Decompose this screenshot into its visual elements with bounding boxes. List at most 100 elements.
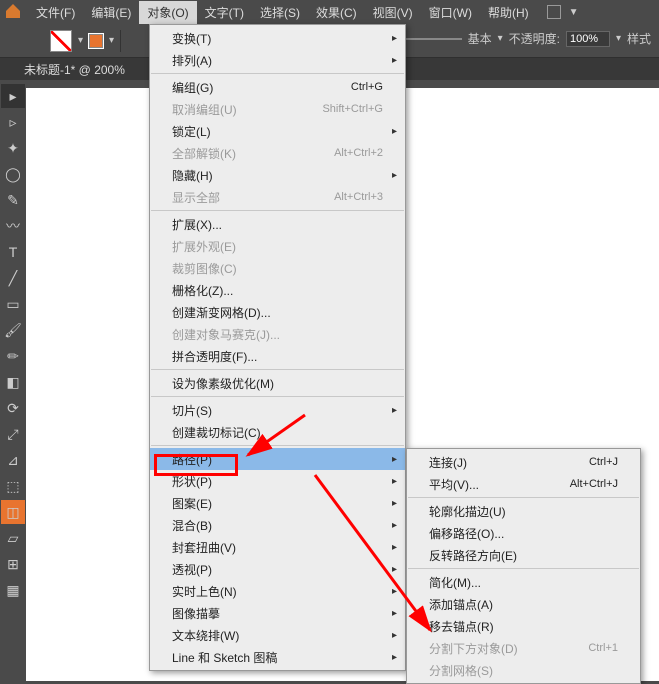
menu-视图[interactable]: 视图(V) xyxy=(365,1,421,24)
menu-item-label: 显示全部 xyxy=(172,189,334,206)
menu-dropdown[interactable]: ▼ xyxy=(569,7,579,18)
menu-item-label: 栅格化(Z)... xyxy=(172,282,383,299)
rotate-tool[interactable]: ⟳ xyxy=(1,396,25,420)
menu-item[interactable]: 实时上色(N) ▸ xyxy=(150,580,405,602)
menu-item[interactable]: 平均(V)...Alt+Ctrl+J xyxy=(407,473,640,495)
menu-item[interactable]: 创建渐变网格(D)... xyxy=(150,301,405,323)
submenu-arrow-icon: ▸ xyxy=(392,586,397,597)
menu-item-label: 设为像素级优化(M) xyxy=(172,375,383,392)
menu-窗口[interactable]: 窗口(W) xyxy=(421,1,480,24)
width-tool[interactable]: ⊿ xyxy=(1,448,25,472)
menu-item-label: 平均(V)... xyxy=(429,476,570,493)
shortcut: Alt+Ctrl+2 xyxy=(334,147,383,159)
menu-item[interactable]: 编组(G)Ctrl+G xyxy=(150,76,405,98)
menu-item-label: 扩展(X)... xyxy=(172,216,383,233)
menu-item[interactable]: 反转路径方向(E) xyxy=(407,544,640,566)
gradient-tool[interactable]: ▦ xyxy=(1,578,25,602)
menu-item[interactable]: 路径(P)▸ xyxy=(150,448,405,470)
menu-item[interactable]: 设为像素级优化(M) xyxy=(150,372,405,394)
menu-item[interactable]: 排列(A)▸ xyxy=(150,49,405,71)
menu-item-label: 创建裁切标记(C) xyxy=(172,424,383,441)
menu-item-label: 全部解锁(K) xyxy=(172,145,334,162)
curvature-tool[interactable]: 〰 xyxy=(1,214,25,238)
opacity-input[interactable] xyxy=(566,31,610,47)
menu-文字[interactable]: 文字(T) xyxy=(197,1,252,24)
menu-文件[interactable]: 文件(F) xyxy=(28,1,83,24)
menu-item-label: 偏移路径(O)... xyxy=(429,525,618,542)
perspective-tool[interactable]: ▱ xyxy=(1,526,25,550)
menu-帮助[interactable]: 帮助(H) xyxy=(480,1,537,24)
menu-item[interactable]: 扩展(X)... xyxy=(150,213,405,235)
menu-item[interactable]: 隐藏(H)▸ xyxy=(150,164,405,186)
menu-编辑[interactable]: 编辑(E) xyxy=(83,1,139,24)
menu-item[interactable]: 切片(S)▸ xyxy=(150,399,405,421)
lasso-tool[interactable]: ◯ xyxy=(1,162,25,186)
menu-item-label: 编组(G) xyxy=(172,79,351,96)
type-tool[interactable]: T xyxy=(1,240,25,264)
menu-item[interactable]: 文本绕排(W)▸ xyxy=(150,624,405,646)
basic-label[interactable]: 基本 xyxy=(468,30,492,47)
menu-item[interactable]: 混合(B)▸ xyxy=(150,514,405,536)
menu-item-label: 分割网格(S) xyxy=(429,662,618,679)
menu-extra-1[interactable] xyxy=(547,5,561,19)
menu-item[interactable]: 图案(E)▸ xyxy=(150,492,405,514)
menu-item[interactable]: 添加锚点(A) xyxy=(407,593,640,615)
menu-item[interactable]: 形状(P)▸ xyxy=(150,470,405,492)
menu-item-label: 封套扭曲(V) xyxy=(172,539,383,556)
submenu-arrow-icon: ▸ xyxy=(392,564,397,575)
menu-item-label: Line 和 Sketch 图稿 xyxy=(172,649,383,666)
line-tool[interactable]: ╱ xyxy=(1,266,25,290)
menu-item-label: 图像描摹 xyxy=(172,605,383,622)
menu-item[interactable]: 图像描摹▸ xyxy=(150,602,405,624)
menu-item[interactable]: 锁定(L)▸ xyxy=(150,120,405,142)
fill-dropdown[interactable]: ▾ xyxy=(78,35,83,46)
scale-tool[interactable]: ⤢ xyxy=(1,422,25,446)
rect-tool[interactable]: ▭ xyxy=(1,292,25,316)
menu-item-label: 取消编组(U) xyxy=(172,101,322,118)
menu-选择[interactable]: 选择(S) xyxy=(252,1,308,24)
menu-item[interactable]: 栅格化(Z)... xyxy=(150,279,405,301)
stroke-swatch[interactable] xyxy=(89,34,103,48)
home-icon[interactable] xyxy=(4,2,22,20)
document-tab[interactable]: 未标题-1* @ 200% xyxy=(24,61,125,78)
menu-item[interactable]: 移去锚点(R) xyxy=(407,615,640,637)
menu-效果[interactable]: 效果(C) xyxy=(308,1,365,24)
menu-item: 分割下方对象(D)Ctrl+1 xyxy=(407,637,640,659)
menu-item[interactable]: 创建裁切标记(C) xyxy=(150,421,405,443)
submenu-arrow-icon: ▸ xyxy=(392,454,397,465)
menubar: 文件(F)编辑(E)对象(O)文字(T)选择(S)效果(C)视图(V)窗口(W)… xyxy=(0,0,659,24)
mesh-tool[interactable]: ⊞ xyxy=(1,552,25,576)
menu-item[interactable]: 变换(T)▸ xyxy=(150,27,405,49)
menu-item[interactable]: 拼合透明度(F)... xyxy=(150,345,405,367)
free-transform-tool[interactable]: ⬚ xyxy=(1,474,25,498)
fill-swatch[interactable] xyxy=(50,30,72,52)
brush-tool[interactable]: 🖌 xyxy=(1,318,25,342)
pencil-tool[interactable]: ✏ xyxy=(1,344,25,368)
menu-item[interactable]: 简化(M)... xyxy=(407,571,640,593)
menu-对象[interactable]: 对象(O) xyxy=(139,1,196,24)
menu-item[interactable]: 透视(P)▸ xyxy=(150,558,405,580)
separator xyxy=(408,497,639,498)
shortcut: Ctrl+1 xyxy=(588,642,618,654)
eraser-tool[interactable]: ◧ xyxy=(1,370,25,394)
pen-tool[interactable]: ✎ xyxy=(1,188,25,212)
shape-builder-tool[interactable]: ◫ xyxy=(1,500,25,524)
menu-item[interactable]: 连接(J)Ctrl+J xyxy=(407,451,640,473)
shortcut: Shift+Ctrl+G xyxy=(322,103,383,115)
menu-item-label: 排列(A) xyxy=(172,52,383,69)
stroke-preview[interactable] xyxy=(402,38,462,40)
selection-tool[interactable]: ▸ xyxy=(1,84,25,108)
menu-item[interactable]: 偏移路径(O)... xyxy=(407,522,640,544)
style-label[interactable]: 样式 xyxy=(627,30,651,47)
magic-wand-tool[interactable]: ✦ xyxy=(1,136,25,160)
menu-item-label: 实时上色(N) xyxy=(172,583,383,600)
menu-item-label: 隐藏(H) xyxy=(172,167,383,184)
stroke-dropdown[interactable]: ▾ xyxy=(109,35,114,46)
menu-item[interactable]: 轮廓化描边(U) xyxy=(407,500,640,522)
menu-item[interactable]: Line 和 Sketch 图稿▸ xyxy=(150,646,405,668)
menu-item[interactable]: 封套扭曲(V)▸ xyxy=(150,536,405,558)
menu-item: 取消编组(U)Shift+Ctrl+G xyxy=(150,98,405,120)
submenu-arrow-icon: ▸ xyxy=(392,33,397,44)
opacity-label: 不透明度: xyxy=(509,30,560,47)
direct-select-tool[interactable]: ▹ xyxy=(1,110,25,134)
